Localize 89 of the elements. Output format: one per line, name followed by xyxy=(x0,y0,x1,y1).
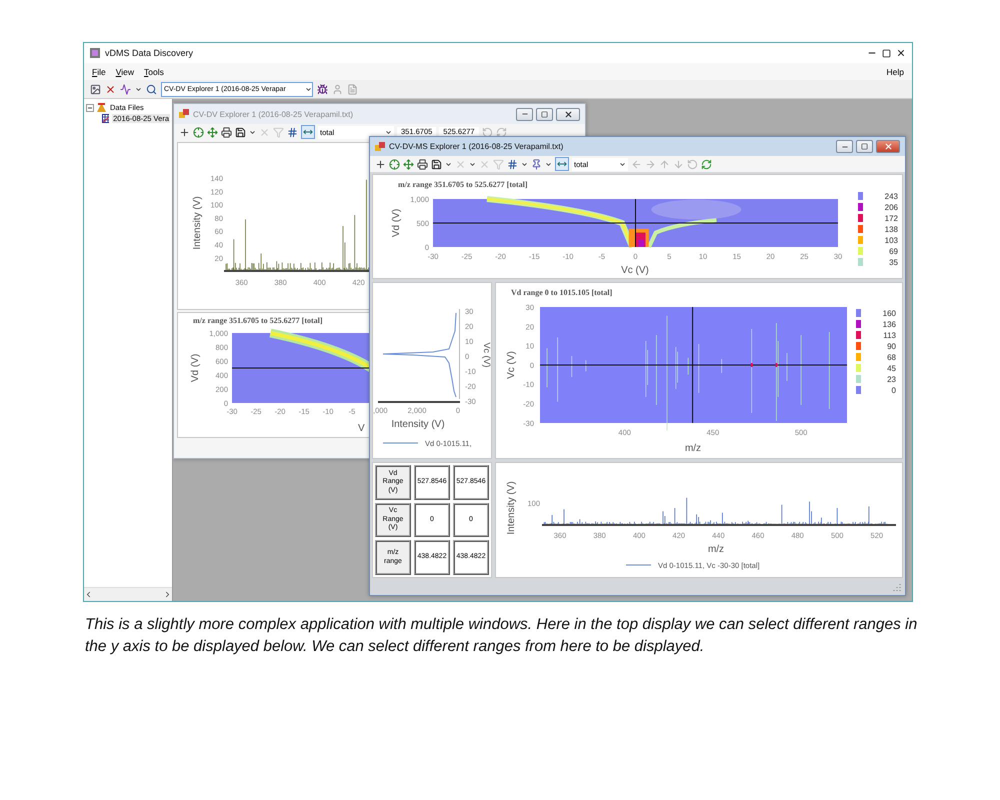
axis-title: Vc (V) xyxy=(506,351,517,379)
scroll-right-icon[interactable] xyxy=(163,590,172,599)
menu-item[interactable]: View xyxy=(116,66,134,76)
chart-title: Vd range 0 to 1015.105 [total] xyxy=(511,288,612,297)
minimize-button[interactable] xyxy=(516,108,533,120)
close-icon[interactable] xyxy=(896,48,906,58)
legend-label: 172 xyxy=(884,214,898,223)
caret-icon[interactable] xyxy=(385,128,392,136)
chart-title: m/z range 351.6705 to 525.6277 [total] xyxy=(193,316,323,325)
horizontal-scrollbar[interactable] xyxy=(84,587,172,601)
image-icon[interactable] xyxy=(90,84,101,94)
refresh-icon[interactable] xyxy=(701,158,712,170)
move-icon[interactable] xyxy=(207,126,218,138)
heatmap-band xyxy=(647,218,717,248)
save-icon[interactable] xyxy=(235,126,246,138)
axis-title: Vc (V) xyxy=(621,265,649,276)
axis-title: Intensity (V) xyxy=(391,419,445,430)
close-icon xyxy=(884,142,892,152)
maximize-icon[interactable] xyxy=(882,48,891,58)
legend-label: 136 xyxy=(882,320,896,329)
maximize-icon xyxy=(541,110,548,118)
caret-icon[interactable] xyxy=(469,160,476,168)
grid-icon[interactable] xyxy=(507,158,518,170)
legend-label: 103 xyxy=(884,236,898,245)
axis-title: Vd (V) xyxy=(190,354,201,382)
maximize-button[interactable] xyxy=(856,140,873,154)
axis-title: Vc (V) xyxy=(482,342,491,368)
reset-icon[interactable] xyxy=(482,126,493,138)
caret-icon[interactable] xyxy=(619,160,626,168)
axis-title: Intensity (V) xyxy=(192,196,203,250)
maximize-icon xyxy=(861,143,868,150)
printer-icon[interactable] xyxy=(221,126,232,138)
heatmap-hotspot xyxy=(775,363,778,367)
minimize-button[interactable] xyxy=(836,140,853,154)
legend-label: 160 xyxy=(882,309,896,318)
caret-icon[interactable] xyxy=(545,160,552,168)
search-icon[interactable] xyxy=(146,84,157,94)
maximize-button[interactable] xyxy=(536,108,553,120)
delete-icon[interactable] xyxy=(105,84,116,94)
axis-title: m/z xyxy=(708,544,724,555)
expander-icon[interactable] xyxy=(86,104,94,112)
legend-label: 113 xyxy=(883,331,896,340)
axis-title: Vd (V) xyxy=(391,208,402,238)
close-button[interactable] xyxy=(876,140,900,154)
axis-title: V xyxy=(358,423,365,434)
caret-icon[interactable] xyxy=(249,128,256,136)
refresh-icon[interactable] xyxy=(496,126,507,138)
legend-label: 0 xyxy=(892,386,896,395)
window-title: CV-DV-MS Explorer 1 (2016-08-25 Verapamil.txt) xyxy=(389,142,564,152)
move-icon[interactable] xyxy=(403,158,414,170)
legend-line xyxy=(626,564,652,566)
scroll-left-icon[interactable] xyxy=(84,590,93,599)
caret-icon[interactable] xyxy=(135,86,142,92)
legend-label: 68 xyxy=(887,353,896,362)
caption-text: This is a slightly more complex application with multiple windows. Here in the top display we can select different ranges in the y axis to be displayed below. We can select different ranges from here to be displayed. xyxy=(84,615,918,658)
close-icon xyxy=(564,110,572,118)
legend-label: 45 xyxy=(887,364,896,373)
window-title: vDMS Data Discovery xyxy=(105,48,194,58)
legend-label: 90 xyxy=(887,342,896,351)
legend-label: 23 xyxy=(887,375,896,384)
bug-icon[interactable] xyxy=(317,84,328,94)
axis-title: Intensity (V) xyxy=(506,481,517,535)
app-icon xyxy=(90,48,100,58)
legend-label: 35 xyxy=(889,258,898,267)
menu-item[interactable]: Tools xyxy=(144,66,164,76)
legend-label: 243 xyxy=(884,192,898,201)
window-title: CV-DV Explorer 1 (2016-08-25 Verapamil.txt) xyxy=(193,110,354,118)
caret-icon[interactable] xyxy=(521,160,528,168)
close-button[interactable] xyxy=(556,108,580,120)
menu-item[interactable]: Help xyxy=(886,66,904,76)
heatmap-hotspot xyxy=(750,363,753,367)
menu-item[interactable]: File xyxy=(92,66,106,76)
caret-icon[interactable] xyxy=(305,86,312,92)
axis-title: m/z xyxy=(684,443,702,454)
caret-icon[interactable] xyxy=(445,160,452,168)
window-icon xyxy=(179,109,189,119)
legend-line xyxy=(382,442,418,444)
pin-icon[interactable] xyxy=(531,158,542,170)
chart-title: m/z range 351.6705 to 525.6277 [total] xyxy=(398,180,528,189)
resize-grip-icon[interactable] xyxy=(893,583,901,591)
chart-icon[interactable] xyxy=(120,84,131,94)
legend-label: 69 xyxy=(889,247,898,256)
printer-icon[interactable] xyxy=(417,158,428,170)
save-icon[interactable] xyxy=(431,158,442,170)
legend-label: 206 xyxy=(884,203,898,212)
grid-icon[interactable] xyxy=(287,126,298,138)
window-icon xyxy=(375,142,385,152)
legend-label: 138 xyxy=(884,225,898,234)
grid-file-icon xyxy=(102,114,110,123)
